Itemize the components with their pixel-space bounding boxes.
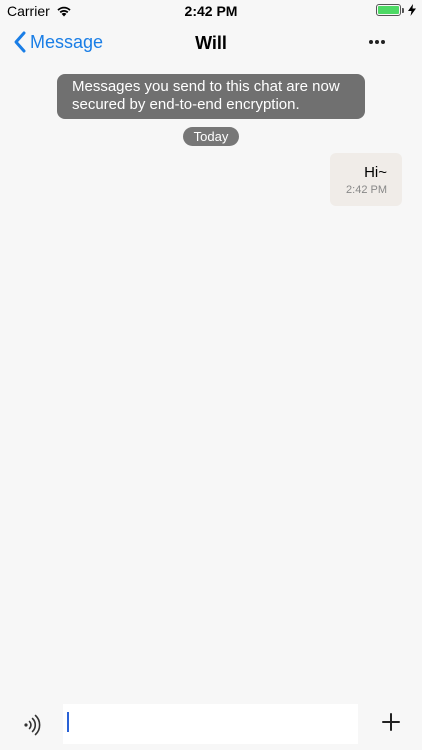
chat-title: Will <box>195 33 227 53</box>
status-time: 2:42 PM <box>184 3 238 19</box>
message-bubble-outgoing[interactable]: Hi~ 2:42 PM <box>330 153 402 206</box>
message-time: 2:42 PM <box>346 184 387 196</box>
status-right <box>376 4 416 16</box>
charging-bolt-icon <box>408 4 416 16</box>
text-caret <box>67 712 69 732</box>
battery-fill <box>378 6 399 14</box>
encryption-notice: Messages you send to this chat are now s… <box>57 74 365 119</box>
battery-icon <box>376 4 404 16</box>
status-bar: Carrier 2:42 PM <box>0 0 422 22</box>
message-text: Hi~ <box>364 164 387 181</box>
encryption-notice-line2: secured by end-to-end encryption. <box>72 96 300 113</box>
more-dot <box>381 40 385 44</box>
plus-icon[interactable] <box>382 713 400 731</box>
date-separator: Today <box>183 127 239 146</box>
composer-bar <box>0 700 422 750</box>
more-dot <box>375 40 379 44</box>
message-input[interactable] <box>63 704 358 744</box>
encryption-notice-line1: Messages you send to this chat are now <box>72 78 340 95</box>
voice-icon[interactable] <box>18 712 44 738</box>
more-dot <box>369 40 373 44</box>
more-icon[interactable] <box>368 34 386 50</box>
nav-bar: Message Will <box>0 22 422 66</box>
